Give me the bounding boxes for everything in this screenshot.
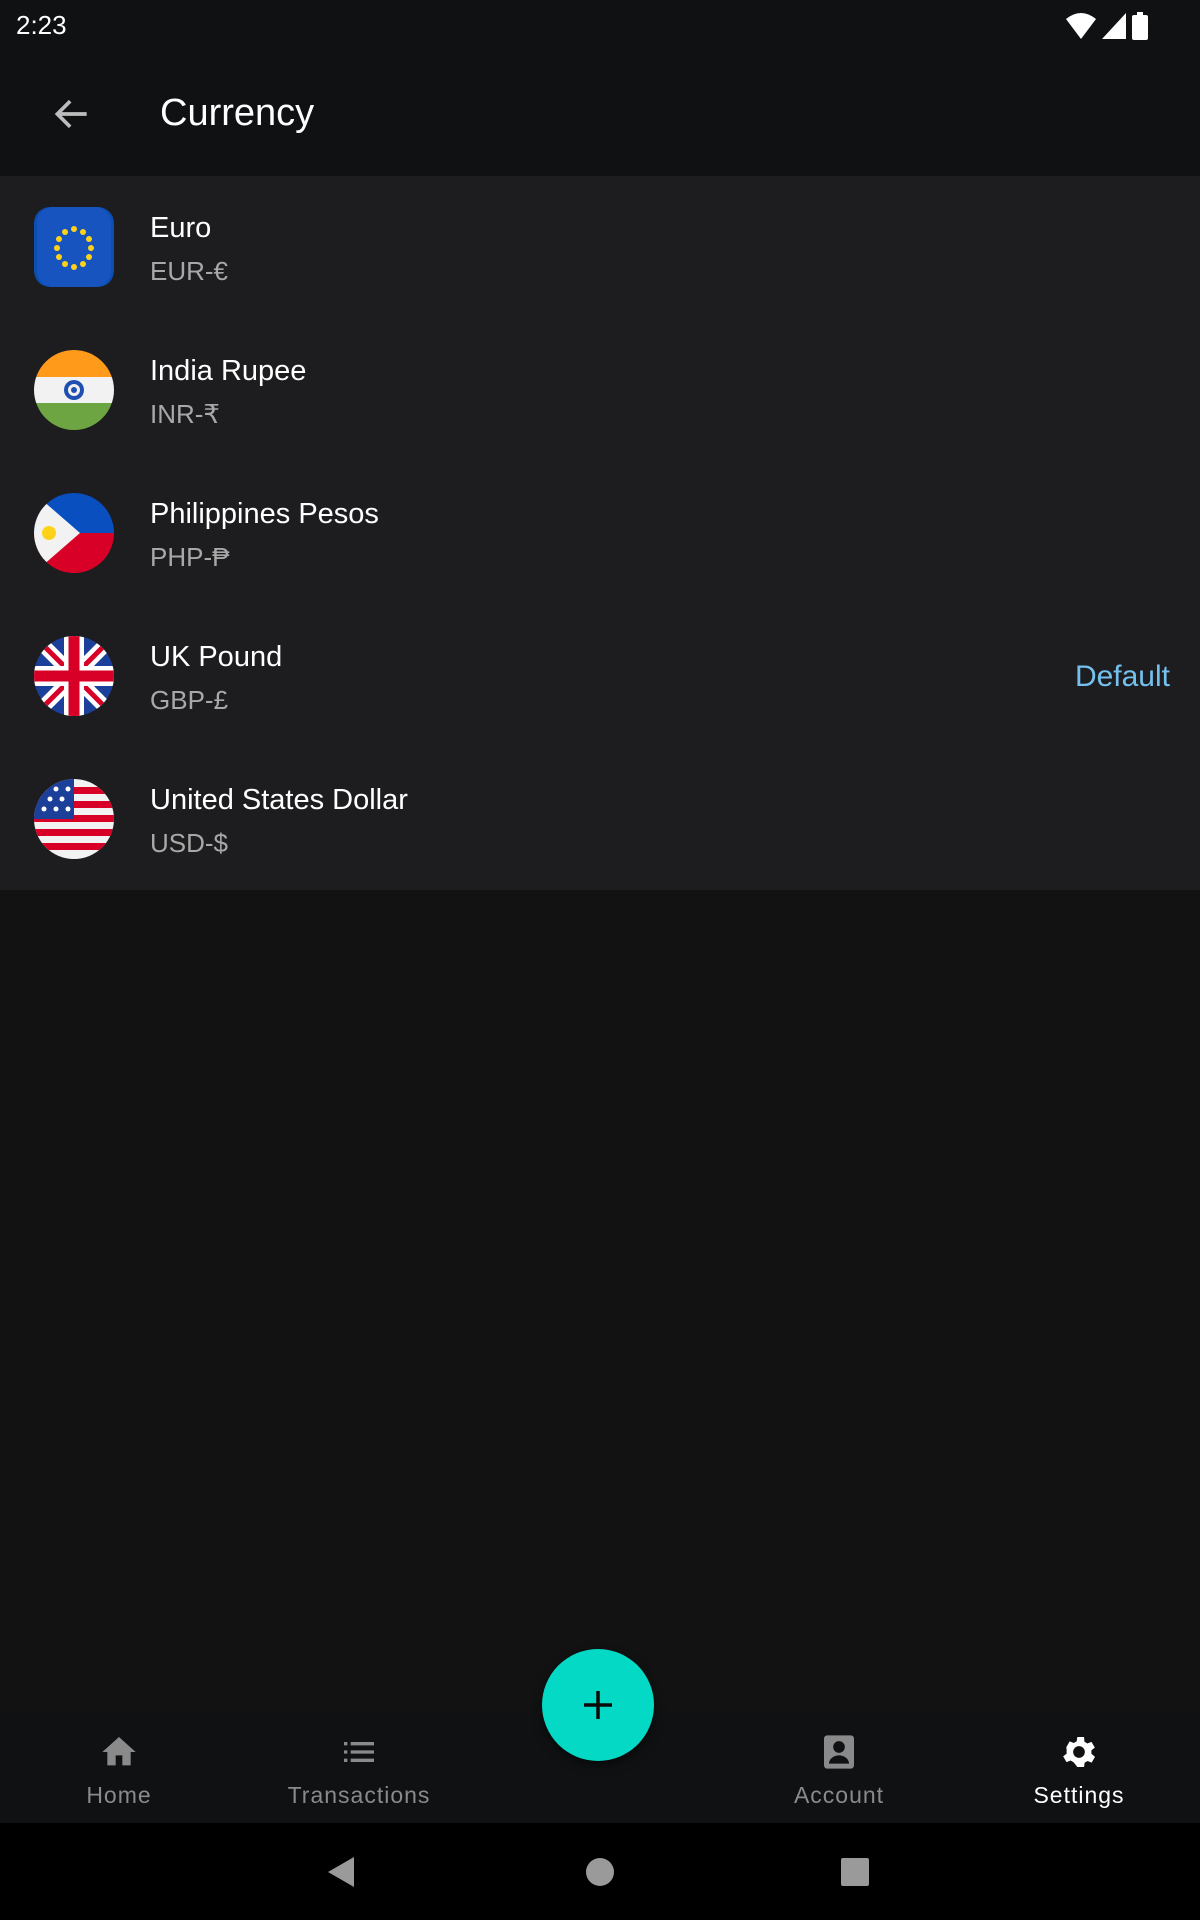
home-icon bbox=[102, 1737, 136, 1766]
currency-code: EUR-€ bbox=[150, 256, 229, 286]
currency-name: United States Dollar bbox=[150, 784, 408, 816]
nav-label: Settings bbox=[1033, 1782, 1125, 1808]
system-back-icon[interactable] bbox=[326, 1855, 358, 1889]
nav-transactions[interactable]: Transactions bbox=[259, 1714, 459, 1823]
signal-icon bbox=[1102, 13, 1126, 39]
system-recents-icon[interactable] bbox=[840, 1855, 870, 1889]
app-bar: Currency bbox=[0, 56, 1200, 176]
add-fab-button[interactable] bbox=[542, 1649, 654, 1761]
currency-code: GBP-£ bbox=[150, 685, 229, 715]
currency-row-inr[interactable]: India Rupee INR-₹ bbox=[0, 319, 1200, 462]
battery-icon bbox=[1132, 12, 1148, 40]
list-icon bbox=[344, 1742, 374, 1762]
currency-code: USD-$ bbox=[150, 828, 229, 858]
us-flag-icon bbox=[34, 779, 114, 859]
nav-label: Home bbox=[86, 1782, 152, 1808]
currency-row-usd[interactable]: United States Dollar USD-$ bbox=[0, 748, 1200, 891]
currency-row-gbp[interactable]: UK Pound GBP-£ Default bbox=[0, 605, 1200, 748]
currency-name: Euro bbox=[150, 212, 212, 244]
page-title: Currency bbox=[160, 92, 315, 134]
currency-list: Euro EUR-€ India Rupee INR-₹ Philippines… bbox=[0, 176, 1200, 890]
back-arrow-icon[interactable] bbox=[50, 92, 94, 136]
plus-icon bbox=[584, 1691, 612, 1719]
status-bar: 2:23 bbox=[0, 0, 1200, 56]
system-home-icon[interactable] bbox=[585, 1855, 615, 1889]
wifi-icon bbox=[1066, 13, 1096, 39]
currency-row-php[interactable]: Philippines Pesos PHP-₱ bbox=[0, 462, 1200, 605]
currency-name: Philippines Pesos bbox=[150, 498, 379, 530]
nav-label: Account bbox=[793, 1782, 885, 1808]
nav-label: Transactions bbox=[287, 1782, 431, 1808]
account-icon bbox=[824, 1735, 854, 1769]
currency-row-eur[interactable]: Euro EUR-€ bbox=[0, 176, 1200, 319]
nav-account[interactable]: Account bbox=[739, 1714, 939, 1823]
india-flag-icon bbox=[34, 350, 114, 430]
default-badge: Default bbox=[1074, 660, 1170, 693]
philippines-flag-icon bbox=[34, 493, 114, 573]
nav-home[interactable]: Home bbox=[19, 1714, 219, 1823]
system-nav-bar bbox=[0, 1823, 1200, 1920]
uk-flag-icon bbox=[34, 636, 114, 716]
currency-name: UK Pound bbox=[150, 641, 283, 673]
currency-code: PHP-₱ bbox=[150, 542, 230, 572]
nav-settings[interactable]: Settings bbox=[979, 1714, 1179, 1823]
currency-name: India Rupee bbox=[150, 355, 307, 387]
currency-code: INR-₹ bbox=[150, 399, 220, 429]
eu-flag-icon bbox=[34, 207, 114, 287]
status-time: 2:23 bbox=[16, 10, 67, 40]
gear-icon bbox=[1063, 1737, 1095, 1767]
